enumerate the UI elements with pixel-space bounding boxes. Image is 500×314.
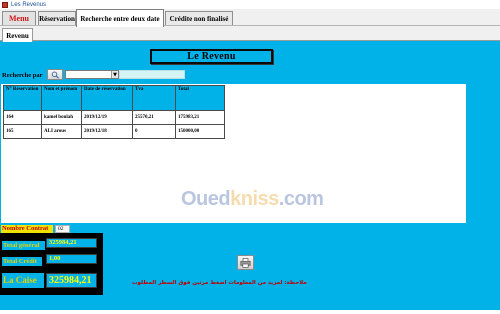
revenue-table: N° Réservation Nom et prénom Date de rés… <box>3 85 225 139</box>
totals-box: Total général 325984,21 Total Crédit 1,0… <box>0 233 103 295</box>
menu-bar: Menu Réservation Recherche entre deux da… <box>0 9 500 27</box>
total-credit-label: Total Crédit <box>2 257 42 266</box>
search-input[interactable] <box>119 70 185 79</box>
cell-tva: 0 <box>132 124 176 139</box>
cell-date: 2019/12/18 <box>81 124 133 139</box>
app-icon <box>2 1 8 8</box>
title-bar: Les Revenus <box>0 0 500 9</box>
caisse-value: 325984,21 <box>46 273 97 288</box>
revenue-panel: Le Revenu Recherche par ▼ N° Réservation… <box>0 40 500 314</box>
dropdown-arrow-icon[interactable]: ▼ <box>111 71 118 78</box>
header-tva[interactable]: Tva <box>132 85 176 111</box>
caisse-label: La Caise <box>2 273 44 288</box>
page-title: Le Revenu <box>150 49 273 64</box>
tab-credite-non-finalise[interactable]: Crédite non finalisé <box>165 11 233 25</box>
tab-revenu[interactable]: Revenu <box>2 28 33 42</box>
table-header-row: N° Réservation Nom et prénom Date de rés… <box>3 85 225 111</box>
tab-reservation[interactable]: Réservation <box>38 11 76 25</box>
cell-total: 175983,21 <box>175 110 225 125</box>
cell-nom: kamel boulah <box>41 110 82 125</box>
bottom-strip <box>0 310 500 314</box>
window-title: Les Revenus <box>11 1 47 8</box>
help-note: ملاحظة: لمزيد من المعلومات اضغط مرتين فو… <box>132 280 307 286</box>
search-button[interactable] <box>47 69 63 80</box>
table-row[interactable]: 164 kamel boulah 2019/12/19 25570,21 175… <box>3 110 225 125</box>
header-nom[interactable]: Nom et prénom <box>41 85 82 111</box>
watermark-part-3: .com <box>278 188 324 210</box>
header-total[interactable]: Total <box>175 85 225 111</box>
sub-tab-bar: Revenu <box>0 26 500 42</box>
table-row[interactable]: 165 ALI arous 2019/12/18 0 150000,00 <box>3 124 225 139</box>
cell-date: 2019/12/19 <box>81 110 133 125</box>
nombre-contrat-label: Nombre Contrat <box>1 225 53 233</box>
cell-nom: ALI arous <box>41 124 82 139</box>
revenue-grid: N° Réservation Nom et prénom Date de rés… <box>1 84 466 223</box>
search-criteria-select[interactable]: ▼ <box>65 70 119 79</box>
total-general-value: 325984,21 <box>46 238 97 248</box>
header-numero[interactable]: N° Réservation <box>3 85 42 111</box>
tab-recherche-entre-deux-date[interactable]: Recherche entre deux date <box>76 9 164 27</box>
total-credit-value: 1,00 <box>46 254 97 264</box>
watermark-part-1: Oued <box>181 188 231 210</box>
print-button[interactable] <box>237 255 254 270</box>
watermark-part-2: kniss <box>230 188 279 210</box>
cell-tva: 25570,21 <box>132 110 176 125</box>
magnifier-icon <box>51 71 59 79</box>
search-label: Recherche par <box>2 72 43 79</box>
watermark: Ouedkniss.com <box>181 188 324 211</box>
nombre-contrat-value: 02 <box>55 225 70 233</box>
cell-numero: 164 <box>3 110 42 125</box>
total-general-label: Total général <box>2 241 45 250</box>
cell-numero: 165 <box>3 124 42 139</box>
tab-menu[interactable]: Menu <box>2 11 36 25</box>
printer-icon <box>240 257 251 268</box>
header-date[interactable]: Date de réservation <box>81 85 133 111</box>
cell-total: 150000,00 <box>175 124 225 139</box>
